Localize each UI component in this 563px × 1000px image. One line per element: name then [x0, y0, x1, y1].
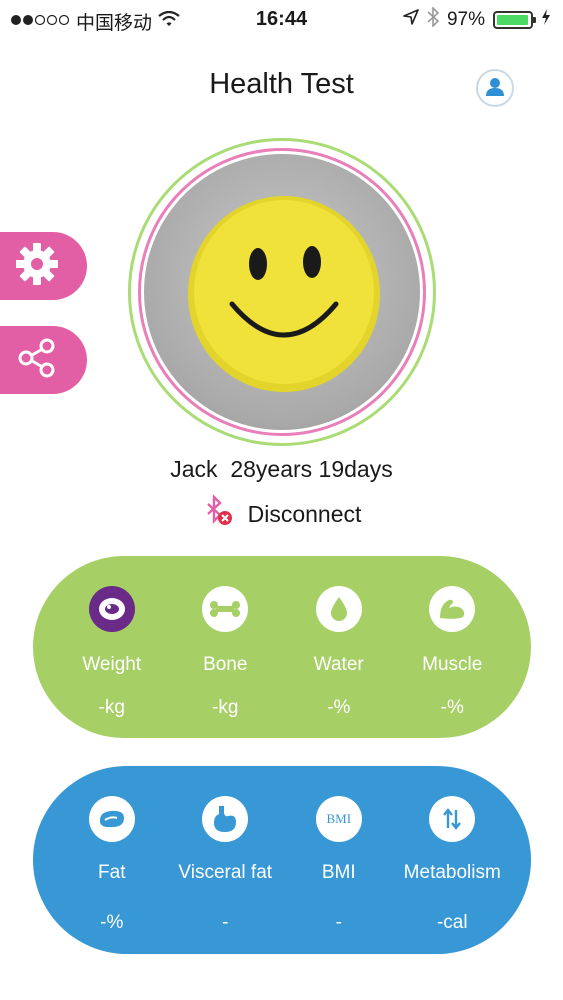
metric-visceral-fat[interactable]: Visceral fat -: [170, 766, 280, 954]
metric-fat[interactable]: Fat -%: [57, 766, 167, 954]
battery-fill: [497, 15, 528, 25]
smiley-photo: [188, 196, 380, 392]
battery-percent: 97%: [446, 9, 485, 30]
avatar[interactable]: [144, 154, 420, 430]
user-icon: [484, 75, 506, 102]
water-drop-icon: [315, 586, 362, 632]
metric-water[interactable]: Water -%: [284, 556, 394, 738]
metric-bmi[interactable]: BMI BMI -: [284, 766, 394, 954]
user-age: 28years 19days: [230, 456, 393, 482]
user-name: Jack: [170, 456, 218, 482]
metric-value: -%: [100, 912, 124, 933]
share-icon: [15, 336, 59, 385]
connection-status[interactable]: Disconnect: [0, 494, 563, 534]
settings-button[interactable]: [0, 232, 87, 300]
metric-label: BMI: [321, 862, 356, 883]
connection-label: Disconnect: [247, 500, 362, 527]
bluetooth-icon: [427, 6, 440, 33]
battery-icon: [493, 11, 536, 29]
metric-muscle[interactable]: Muscle -%: [397, 556, 507, 738]
location-arrow-icon: [403, 9, 419, 31]
body-metrics-panel: Weight -kg Bone -kg Water -% Muscle -%: [33, 556, 531, 738]
metric-value: -: [222, 912, 229, 933]
bmi-icon: BMI: [315, 796, 362, 842]
metric-value: -%: [440, 697, 464, 718]
status-bar: 中国移动 16:44 97%: [0, 0, 563, 40]
weight-icon: [88, 586, 135, 632]
metric-metabolism[interactable]: Metabolism -cal: [397, 766, 507, 954]
fat-icon: [88, 796, 135, 842]
metric-value: -: [335, 912, 342, 933]
profile-button[interactable]: [476, 69, 514, 107]
bone-icon: [202, 586, 249, 632]
metric-value: -cal: [436, 912, 468, 933]
metric-value: -%: [327, 697, 351, 718]
metric-value: -kg: [212, 697, 239, 718]
charging-bolt-icon: [541, 9, 551, 31]
stomach-icon: [202, 796, 249, 842]
composition-metrics-panel: Fat -% Visceral fat - BMI BMI - Metaboli…: [33, 766, 531, 954]
metric-weight[interactable]: Weight -kg: [57, 556, 167, 738]
bluetooth-disconnected-icon: [202, 494, 236, 534]
metric-label: Bone: [203, 654, 248, 675]
metric-value: -kg: [98, 697, 125, 718]
muscle-icon: [429, 586, 476, 632]
gear-icon: [14, 241, 60, 292]
metabolism-icon: [429, 796, 476, 842]
metric-label: Fat: [98, 862, 126, 883]
metric-label: Visceral fat: [178, 862, 273, 883]
metric-label: Muscle: [422, 654, 483, 675]
metric-label: Metabolism: [403, 862, 501, 883]
share-button[interactable]: [0, 326, 87, 394]
user-info: Jack 28years 19days: [0, 456, 563, 483]
metric-label: Water: [313, 654, 364, 675]
bmi-icon-text: BMI: [326, 811, 352, 826]
metric-label: Weight: [82, 654, 142, 675]
metric-bone[interactable]: Bone -kg: [170, 556, 280, 738]
